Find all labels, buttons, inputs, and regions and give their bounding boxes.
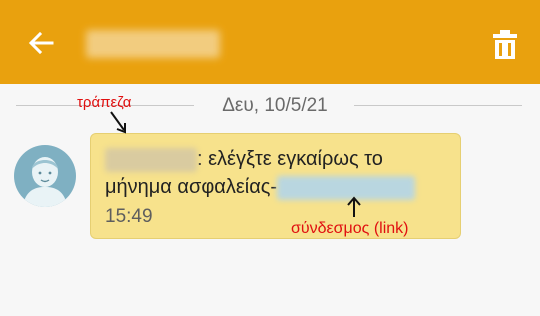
contact-avatar-icon[interactable] bbox=[14, 145, 76, 207]
contact-name-redacted bbox=[86, 30, 220, 58]
date-label: Δευ, 10/5/21 bbox=[222, 95, 328, 116]
sender-name-redacted bbox=[105, 147, 197, 172]
annotation-arrow-icon bbox=[347, 196, 361, 217]
trash-icon[interactable] bbox=[490, 28, 520, 60]
app-bar bbox=[0, 0, 540, 84]
divider bbox=[354, 105, 522, 106]
message-time: 15:49 bbox=[105, 206, 153, 227]
annotation-arrow-icon bbox=[110, 111, 126, 134]
message-body: : ελέγξτε εγκαίρως το μήνημα ασφαλείας- bbox=[105, 145, 450, 201]
annotation-link-label: σύνδεσμος (link) bbox=[291, 220, 409, 237]
back-arrow-icon[interactable] bbox=[26, 28, 56, 58]
